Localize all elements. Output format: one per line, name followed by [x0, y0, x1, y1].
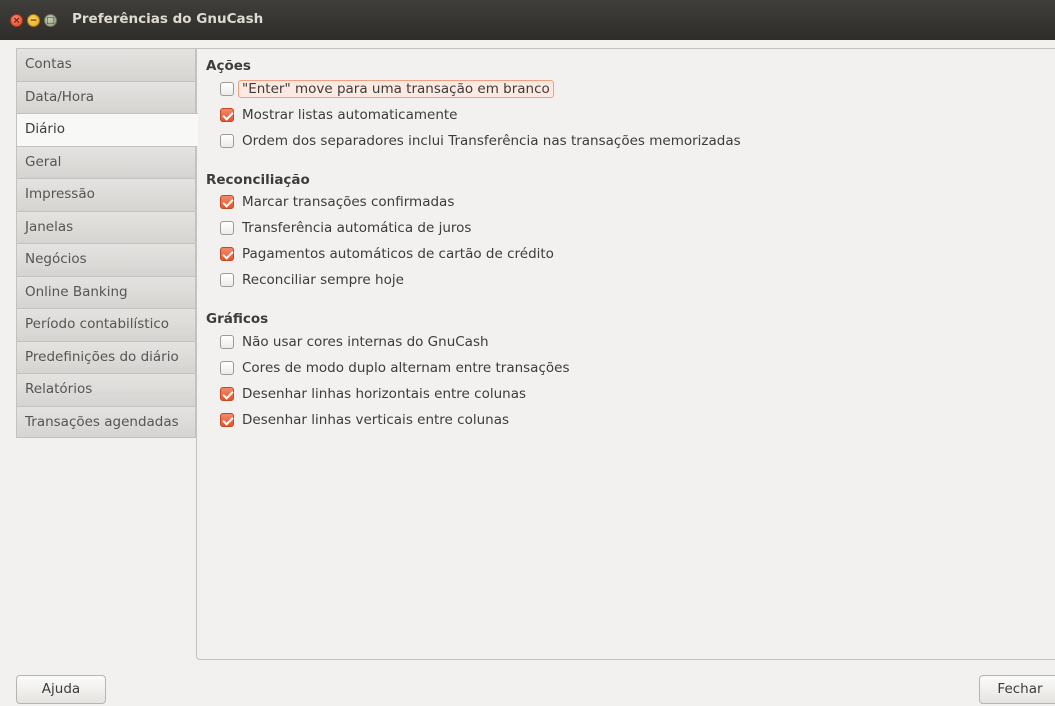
- tab-data-hora[interactable]: Data/Hora: [16, 80, 196, 113]
- section-title-graficos: Gráficos: [206, 311, 269, 327]
- checkbox[interactable]: [220, 387, 234, 401]
- close-button[interactable]: Fechar: [979, 675, 1055, 704]
- section-title-reconciliacao: Reconciliação: [206, 172, 310, 188]
- section-title-acoes: Ações: [206, 58, 251, 74]
- option-mark-confirmed-transactions[interactable]: Marcar transações confirmadas: [220, 192, 454, 212]
- checkbox[interactable]: [220, 361, 234, 375]
- window-close-icon[interactable]: ×: [10, 14, 23, 27]
- tab-geral[interactable]: Geral: [16, 145, 196, 178]
- window-title: Preferências do GnuCash: [72, 11, 264, 27]
- option-label: Cores de modo duplo alternam entre trans…: [242, 360, 570, 376]
- tab-impressao[interactable]: Impressão: [16, 178, 196, 211]
- option-no-internal-colors[interactable]: Não usar cores internas do GnuCash: [220, 332, 489, 352]
- checkbox[interactable]: [220, 221, 234, 235]
- preferences-window: × − □ Preferências do GnuCash Contas Dat…: [0, 0, 1055, 706]
- tab-predefinicoes-do-diario[interactable]: Predefinições do diário: [16, 340, 196, 373]
- option-label: Mostrar listas automaticamente: [242, 107, 458, 123]
- help-button[interactable]: Ajuda: [16, 675, 106, 704]
- window-maximize-icon[interactable]: □: [44, 14, 57, 27]
- option-label: Marcar transações confirmadas: [242, 194, 455, 210]
- tab-diario[interactable]: Diário: [16, 113, 198, 146]
- tab-online-banking[interactable]: Online Banking: [16, 275, 196, 308]
- diario-settings-panel: Ações "Enter" move para uma transação em…: [196, 48, 1055, 660]
- option-show-lists-automatically[interactable]: Mostrar listas automaticamente: [220, 105, 457, 125]
- checkbox[interactable]: [220, 273, 234, 287]
- checkbox[interactable]: [220, 247, 234, 261]
- option-label: Não usar cores internas do GnuCash: [242, 334, 489, 350]
- checkbox[interactable]: [220, 413, 234, 427]
- option-auto-credit-card-payments[interactable]: Pagamentos automáticos de cartão de créd…: [220, 244, 554, 264]
- preferences-tab-list: Contas Data/Hora Diário Geral Impressão …: [16, 48, 198, 438]
- option-always-reconcile-today[interactable]: Reconciliar sempre hoje: [220, 270, 404, 290]
- tab-transacoes-agendadas[interactable]: Transações agendadas: [16, 405, 196, 438]
- option-draw-horizontal-lines[interactable]: Desenhar linhas horizontais entre coluna…: [220, 384, 526, 404]
- option-label: Desenhar linhas horizontais entre coluna…: [242, 386, 526, 402]
- tab-contas[interactable]: Contas: [16, 48, 196, 81]
- tab-periodo-contabilistico[interactable]: Período contabilístico: [16, 308, 196, 341]
- checkbox[interactable]: [220, 82, 234, 96]
- option-label: Desenhar linhas verticais entre colunas: [242, 412, 509, 428]
- checkbox[interactable]: [220, 134, 234, 148]
- option-label: Pagamentos automáticos de cartão de créd…: [242, 246, 554, 262]
- title-bar[interactable]: × − □ Preferências do GnuCash: [0, 0, 1055, 40]
- tab-negocios[interactable]: Negócios: [16, 243, 196, 276]
- option-label: Transferência automática de juros: [242, 220, 472, 236]
- option-label: "Enter" move para uma transação em branc…: [238, 80, 554, 98]
- option-double-mode-colors-alternate[interactable]: Cores de modo duplo alternam entre trans…: [220, 358, 569, 378]
- tab-relatorios[interactable]: Relatórios: [16, 373, 196, 406]
- checkbox[interactable]: [220, 335, 234, 349]
- checkbox[interactable]: [220, 108, 234, 122]
- window-minimize-icon[interactable]: −: [27, 14, 40, 27]
- option-tab-order-includes-transfer[interactable]: Ordem dos separadores inclui Transferênc…: [220, 131, 741, 151]
- option-auto-interest-transfer[interactable]: Transferência automática de juros: [220, 218, 471, 238]
- option-label: Ordem dos separadores inclui Transferênc…: [242, 133, 741, 149]
- option-label: Reconciliar sempre hoje: [242, 272, 404, 288]
- checkbox[interactable]: [220, 195, 234, 209]
- option-draw-vertical-lines[interactable]: Desenhar linhas verticais entre colunas: [220, 410, 509, 430]
- tab-janelas[interactable]: Janelas: [16, 210, 196, 243]
- option-enter-moves-to-blank[interactable]: "Enter" move para uma transação em branc…: [220, 79, 554, 99]
